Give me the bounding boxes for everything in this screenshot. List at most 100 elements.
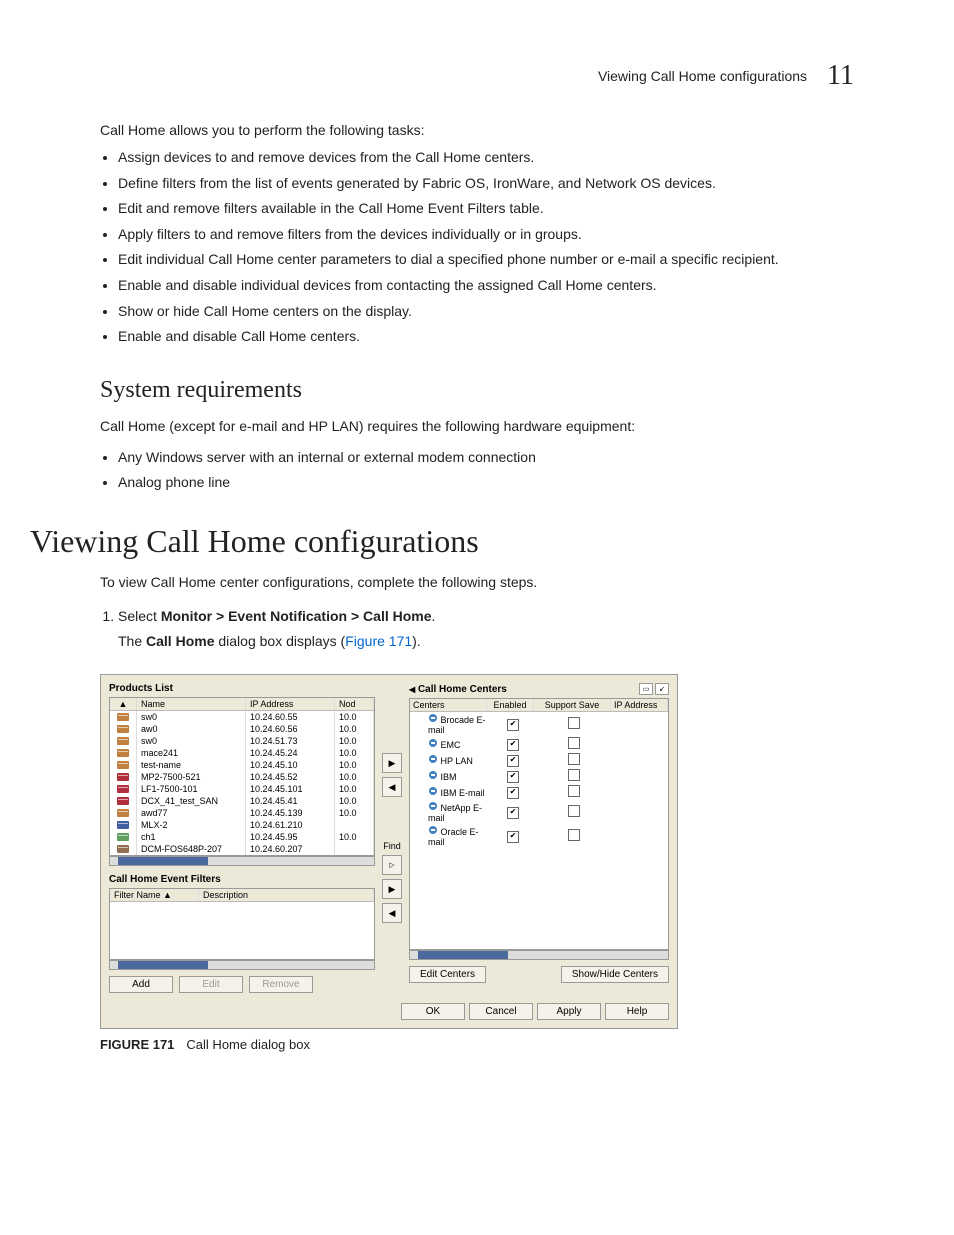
task-item: Show or hide Call Home centers on the di… xyxy=(118,302,854,322)
col-filter-name[interactable]: Filter Name ▲ xyxy=(110,889,199,901)
h-scrollbar[interactable] xyxy=(109,856,375,866)
intro-text: Call Home allows you to perform the foll… xyxy=(100,122,854,138)
call-home-dialog: Products List ▲ Name IP Address Nod sw01… xyxy=(100,674,678,1029)
support-save-checkbox[interactable] xyxy=(568,717,580,729)
h-scrollbar[interactable] xyxy=(409,950,669,960)
enabled-checkbox[interactable]: ✔ xyxy=(507,755,519,767)
table-row[interactable]: awd7710.24.45.13910.0 xyxy=(110,807,374,819)
col-ip[interactable]: IP Address xyxy=(246,698,335,710)
expand-icon[interactable]: ▭ xyxy=(639,683,653,695)
move-right-button[interactable]: ▶ xyxy=(382,753,402,773)
enabled-checkbox[interactable]: ✔ xyxy=(507,739,519,751)
enabled-checkbox[interactable]: ✔ xyxy=(507,831,519,843)
help-button[interactable]: Help xyxy=(605,1003,669,1020)
ok-button[interactable]: OK xyxy=(401,1003,465,1020)
show-hide-centers-button[interactable]: Show/Hide Centers xyxy=(561,966,669,983)
sysreq-item: Any Windows server with an internal or e… xyxy=(118,448,854,468)
move-left-button[interactable]: ◀ xyxy=(382,777,402,797)
find-left-button[interactable]: ◀ xyxy=(382,903,402,923)
col-name[interactable]: Name xyxy=(137,698,246,710)
table-row[interactable]: mace24110.24.45.2410.0 xyxy=(110,747,374,759)
support-save-checkbox[interactable] xyxy=(568,737,580,749)
device-icon xyxy=(110,831,137,843)
device-icon xyxy=(110,723,137,735)
col-description[interactable]: Description xyxy=(199,889,374,901)
table-row[interactable]: DCX_41_test_SAN10.24.45.4110.0 xyxy=(110,795,374,807)
products-table[interactable]: ▲ Name IP Address Nod sw010.24.60.5510.0… xyxy=(109,697,375,856)
sysreq-item: Analog phone line xyxy=(118,473,854,493)
task-item: Edit individual Call Home center paramet… xyxy=(118,250,854,270)
cancel-button[interactable]: Cancel xyxy=(469,1003,533,1020)
device-icon xyxy=(110,771,137,783)
add-button[interactable]: Add xyxy=(109,976,173,993)
device-icon xyxy=(110,711,137,723)
enabled-checkbox[interactable]: ✔ xyxy=(507,807,519,819)
task-item: Enable and disable Call Home centers. xyxy=(118,327,854,347)
table-row[interactable]: aw010.24.60.5610.0 xyxy=(110,723,374,735)
device-icon xyxy=(110,795,137,807)
table-row[interactable]: sw010.24.60.5510.0 xyxy=(110,711,374,723)
col-nod[interactable]: Nod xyxy=(335,698,374,710)
figure-caption: FIGURE 171Call Home dialog box xyxy=(100,1037,854,1052)
task-item: Edit and remove filters available in the… xyxy=(118,199,854,219)
table-row[interactable]: LF1-7500-10110.24.45.10110.0 xyxy=(110,783,374,795)
view-intro: To view Call Home center configurations,… xyxy=(100,574,854,590)
table-row[interactable]: DCM-FOS648P-20710.24.60.207 xyxy=(110,843,374,855)
support-save-checkbox[interactable] xyxy=(568,753,580,765)
filters-table[interactable]: Filter Name ▲ Description xyxy=(109,888,375,960)
device-icon xyxy=(110,735,137,747)
filters-title: Call Home Event Filters xyxy=(109,874,375,885)
task-item: Enable and disable individual devices fr… xyxy=(118,276,854,296)
enabled-checkbox[interactable]: ✔ xyxy=(507,719,519,731)
table-row[interactable]: MP2-7500-52110.24.45.5210.0 xyxy=(110,771,374,783)
edit-button: Edit xyxy=(179,976,243,993)
center-row[interactable]: IBM✔ xyxy=(410,768,668,784)
device-icon xyxy=(110,843,137,855)
section-heading-sysreq: System requirements xyxy=(100,377,854,404)
header-section: Viewing Call Home configurations xyxy=(598,68,807,84)
support-save-checkbox[interactable] xyxy=(568,785,580,797)
center-row[interactable]: Brocade E-mail✔ xyxy=(410,712,668,736)
sort-icon[interactable]: ▲ xyxy=(110,698,137,710)
support-save-checkbox[interactable] xyxy=(568,769,580,781)
col-enabled[interactable]: Enabled xyxy=(487,699,534,711)
col-support-save[interactable]: Support Save xyxy=(534,699,611,711)
device-icon xyxy=(110,783,137,795)
support-save-checkbox[interactable] xyxy=(568,829,580,841)
sysreq-intro: Call Home (except for e-mail and HP LAN)… xyxy=(100,418,854,434)
figure-link[interactable]: Figure 171 xyxy=(345,633,412,649)
centers-table[interactable]: Centers Enabled Support Save IP Address … xyxy=(409,698,669,950)
center-row[interactable]: EMC✔ xyxy=(410,736,668,752)
table-row[interactable]: sw010.24.51.7310.0 xyxy=(110,735,374,747)
enabled-checkbox[interactable]: ✔ xyxy=(507,771,519,783)
support-save-checkbox[interactable] xyxy=(568,805,580,817)
table-row[interactable]: test-name10.24.45.1010.0 xyxy=(110,759,374,771)
find-right-button[interactable]: ▶ xyxy=(382,879,402,899)
table-row[interactable]: MLX-210.24.61.210 xyxy=(110,819,374,831)
edit-centers-button[interactable]: Edit Centers xyxy=(409,966,486,983)
center-row[interactable]: NetApp E-mail✔ xyxy=(410,800,668,824)
chapter-number: 11 xyxy=(827,60,854,92)
find-go-button[interactable]: ▷ xyxy=(382,855,402,875)
task-item: Define filters from the list of events g… xyxy=(118,174,854,194)
find-label: Find xyxy=(383,841,401,851)
h-scrollbar[interactable] xyxy=(109,960,375,970)
enabled-checkbox[interactable]: ✔ xyxy=(507,787,519,799)
apply-button[interactable]: Apply xyxy=(537,1003,601,1020)
device-icon xyxy=(110,759,137,771)
collapse-icon[interactable]: ↙ xyxy=(655,683,669,695)
device-icon xyxy=(110,747,137,759)
step-1: Select Monitor > Event Notification > Ca… xyxy=(118,604,854,654)
table-row[interactable]: ch110.24.45.9510.0 xyxy=(110,831,374,843)
section-heading-viewing: Viewing Call Home configurations xyxy=(0,523,854,560)
device-icon xyxy=(110,819,137,831)
center-row[interactable]: HP LAN✔ xyxy=(410,752,668,768)
center-row[interactable]: IBM E-mail✔ xyxy=(410,784,668,800)
centers-title: Call Home Centers xyxy=(418,684,507,695)
device-icon xyxy=(110,807,137,819)
products-list-title: Products List xyxy=(109,683,375,694)
center-row[interactable]: Oracle E-mail✔ xyxy=(410,824,668,848)
col-ip-address[interactable]: IP Address xyxy=(611,699,668,711)
col-centers[interactable]: Centers xyxy=(410,699,487,711)
task-item: Apply filters to and remove filters from… xyxy=(118,225,854,245)
